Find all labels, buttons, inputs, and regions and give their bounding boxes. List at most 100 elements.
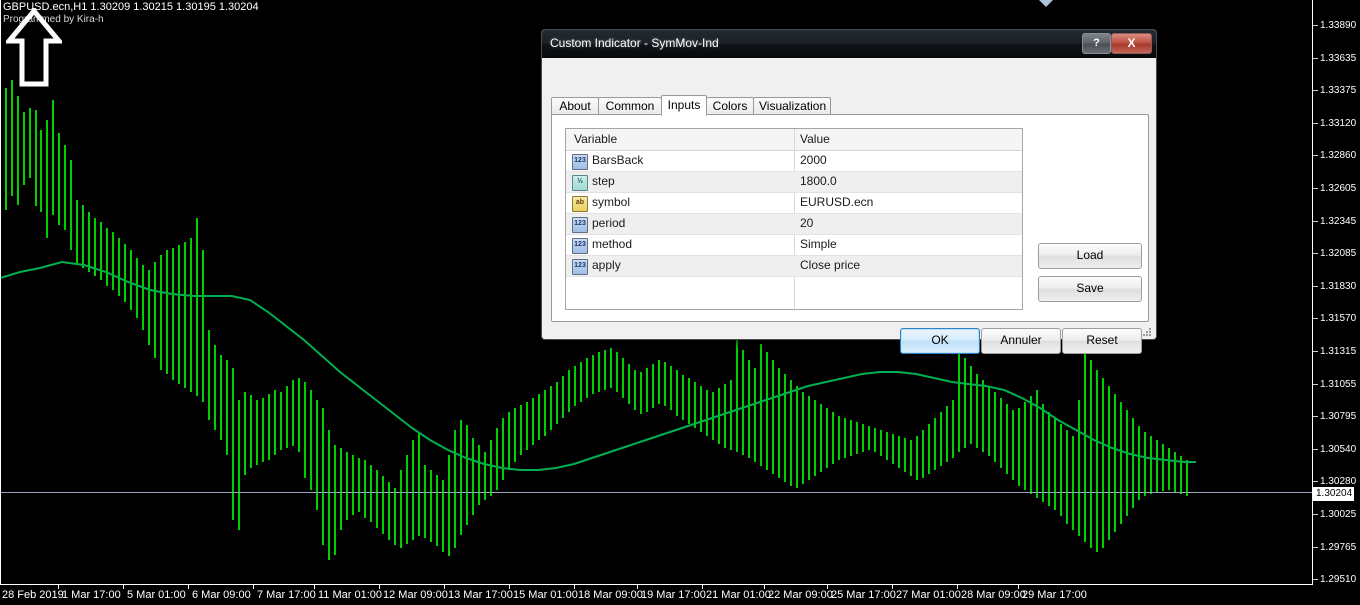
time-axis-label: 21 Mar 01:00: [706, 589, 771, 601]
price-tick: [1313, 286, 1318, 287]
price-tick: [1313, 123, 1318, 124]
price-axis-label: 1.31315: [1320, 346, 1356, 357]
price-tick: [1313, 25, 1318, 26]
time-axis-label: 12 Mar 09:00: [383, 589, 448, 601]
integer-type-icon: 123: [572, 154, 588, 170]
price-axis-label: 1.32345: [1320, 216, 1356, 227]
time-axis-label: 5 Mar 01:00: [127, 589, 186, 601]
price-axis-label: 1.31055: [1320, 379, 1356, 390]
time-axis-label: 19 Mar 17:00: [641, 589, 706, 601]
price-tick: [1313, 188, 1318, 189]
price-axis-label: 1.33635: [1320, 53, 1356, 64]
price-tick: [1313, 449, 1318, 450]
time-axis-label: 28 Feb 2019: [2, 589, 64, 601]
time-axis-label: 28 Mar 09:00: [961, 589, 1026, 601]
time-tick: [1018, 585, 1019, 589]
save-button[interactable]: Save: [1038, 276, 1142, 302]
current-bid-line: [0, 492, 1313, 493]
variable-value-cell[interactable]: 20: [800, 216, 813, 230]
variable-value-cell[interactable]: 1800.0: [800, 174, 837, 188]
variable-name-cell: apply: [592, 258, 621, 272]
price-axis-label: 1.29510: [1320, 574, 1356, 585]
variable-name-cell: method: [592, 237, 632, 251]
tab-visualization[interactable]: Visualization: [753, 97, 831, 114]
variable-name-cell: BarsBack: [592, 153, 643, 167]
price-tick: [1313, 384, 1318, 385]
variable-value-cell[interactable]: Close price: [800, 258, 860, 272]
load-button[interactable]: Load: [1038, 243, 1142, 269]
time-tick: [314, 585, 315, 589]
time-axis-label: 7 Mar 17:00: [257, 589, 316, 601]
integer-type-icon: 123: [572, 217, 588, 233]
price-axis-label: 1.32860: [1320, 150, 1356, 161]
price-tick: [1313, 579, 1318, 580]
arrow-up-annotation: [6, 8, 62, 88]
time-tick: [827, 585, 828, 589]
price-tick: [1313, 547, 1318, 548]
price-axis-label: 1.31570: [1320, 313, 1356, 324]
tab-inputs[interactable]: Inputs: [661, 95, 707, 116]
price-axis-label: 1.32085: [1320, 248, 1356, 259]
time-tick: [892, 585, 893, 589]
table-row[interactable]: 123 BarsBack 2000: [566, 151, 1022, 172]
tab-common[interactable]: Common: [598, 97, 662, 114]
price-tick: [1313, 253, 1318, 254]
price-axis-label: 1.30795: [1320, 411, 1356, 422]
dialog-body: AboutCommonInputsColorsVisualization Var…: [542, 58, 1156, 339]
mt4-chart-window: GBPUSD.ecn,H1 1.30209 1.30215 1.30195 1.…: [0, 0, 1360, 605]
time-axis-label: 6 Mar 09:00: [192, 589, 251, 601]
annuler-button[interactable]: Annuler: [981, 328, 1061, 354]
price-axis-label: 1.31830: [1320, 281, 1356, 292]
ok-button[interactable]: OK: [900, 328, 980, 354]
price-tick: [1313, 221, 1318, 222]
price-axis-label: 1.33375: [1320, 85, 1356, 96]
time-axis-label: 22 Mar 09:00: [768, 589, 833, 601]
time-tick: [764, 585, 765, 589]
inputs-grid[interactable]: Variable Value 123BarsBack2000½step1800.…: [565, 128, 1023, 310]
price-axis-label: 1.33890: [1320, 20, 1356, 31]
help-button[interactable]: ?: [1082, 33, 1111, 54]
table-row[interactable]: 123 period 20: [566, 214, 1022, 235]
price-axis-label: 1.30540: [1320, 444, 1356, 455]
time-tick: [253, 585, 254, 589]
price-tick: [1313, 481, 1318, 482]
time-tick: [188, 585, 189, 589]
time-axis-label: 11 Mar 01:00: [318, 589, 382, 601]
price-tick: [1313, 514, 1318, 515]
inputs-tab-panel: Variable Value 123BarsBack2000½step1800.…: [551, 114, 1149, 322]
variable-value-cell[interactable]: 2000: [800, 153, 827, 167]
reset-button[interactable]: Reset: [1062, 328, 1142, 354]
time-tick: [58, 585, 59, 589]
variable-name-cell: period: [592, 216, 625, 230]
chart-border-left: [0, 0, 1, 585]
close-button[interactable]: X: [1111, 33, 1152, 54]
custom-indicator-dialog[interactable]: Custom Indicator - SymMov-Ind ? X AboutC…: [541, 29, 1157, 340]
price-tick: [1313, 58, 1318, 59]
chart-top-marker-icon: [1039, 0, 1053, 7]
tab-colors[interactable]: Colors: [706, 97, 754, 114]
integer-type-icon: 123: [572, 259, 588, 275]
variable-name-cell: step: [592, 174, 615, 188]
tab-about[interactable]: About: [551, 97, 599, 114]
time-tick: [574, 585, 575, 589]
time-tick: [123, 585, 124, 589]
current-price-badge: 1.30204: [1313, 487, 1354, 501]
price-tick: [1313, 416, 1318, 417]
time-axis-label: 1 Mar 17:00: [62, 589, 121, 601]
string-type-icon: ab: [572, 196, 588, 212]
time-axis-label: 13 Mar 17:00: [448, 589, 513, 601]
variable-value-cell[interactable]: Simple: [800, 237, 837, 251]
table-row[interactable]: 123 apply Close price: [566, 256, 1022, 277]
resize-grip-icon[interactable]: [1142, 327, 1152, 337]
variable-name-cell: symbol: [592, 195, 630, 209]
time-axis-label: 18 Mar 09:00: [578, 589, 643, 601]
table-row[interactable]: ½step1800.0: [566, 172, 1022, 193]
time-axis[interactable]: 28 Feb 20191 Mar 17:00 5 Mar 01:00 6 Mar 0…: [0, 585, 1360, 605]
dialog-titlebar[interactable]: Custom Indicator - SymMov-Ind ? X: [542, 30, 1156, 58]
time-tick: [444, 585, 445, 589]
table-row[interactable]: 123methodSimple: [566, 235, 1022, 256]
variable-value-cell[interactable]: EURUSD.ecn: [800, 195, 873, 209]
table-row[interactable]: ab symbol EURUSD.ecn: [566, 193, 1022, 214]
price-axis-label: 1.29765: [1320, 542, 1356, 553]
price-tick: [1313, 318, 1318, 319]
